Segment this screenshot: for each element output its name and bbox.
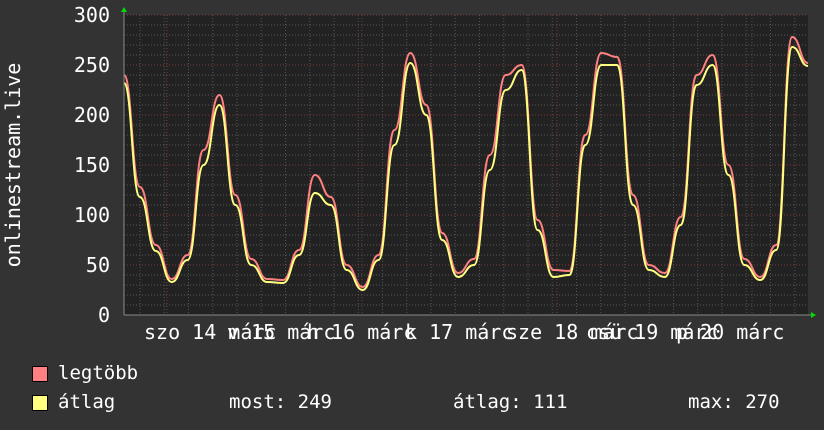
stat-average: átlag: 111 [453, 391, 568, 413]
x-axis-arrow-icon [811, 312, 816, 318]
y-axis-arrow-icon [121, 7, 127, 12]
legend-label-max: legtöbb [58, 362, 139, 384]
y-tick-label: 150 [74, 153, 110, 177]
y-tick-label: 250 [74, 53, 110, 77]
chart: 050100150200250300szo 14 márcv 15 márch … [1, 3, 816, 344]
x-tick-label: h 16 márc [307, 320, 415, 344]
x-tick-label: p 20 márc [676, 320, 784, 344]
y-tick-label: 200 [74, 103, 110, 127]
legend-swatch-max [32, 366, 48, 382]
stat-max: max: 270 [688, 391, 780, 413]
legend-swatch-avg [32, 395, 48, 411]
legend-label-avg: átlag [58, 391, 116, 413]
y-tick-label: 100 [74, 203, 110, 227]
y-axis-label: onlinestream.live [1, 63, 25, 268]
y-tick-label: 300 [74, 3, 110, 27]
x-tick-label: k 17 márc [405, 320, 513, 344]
y-tick-label: 50 [86, 253, 110, 277]
y-tick-label: 0 [98, 303, 110, 327]
stat-current: most: 249 [229, 391, 332, 413]
